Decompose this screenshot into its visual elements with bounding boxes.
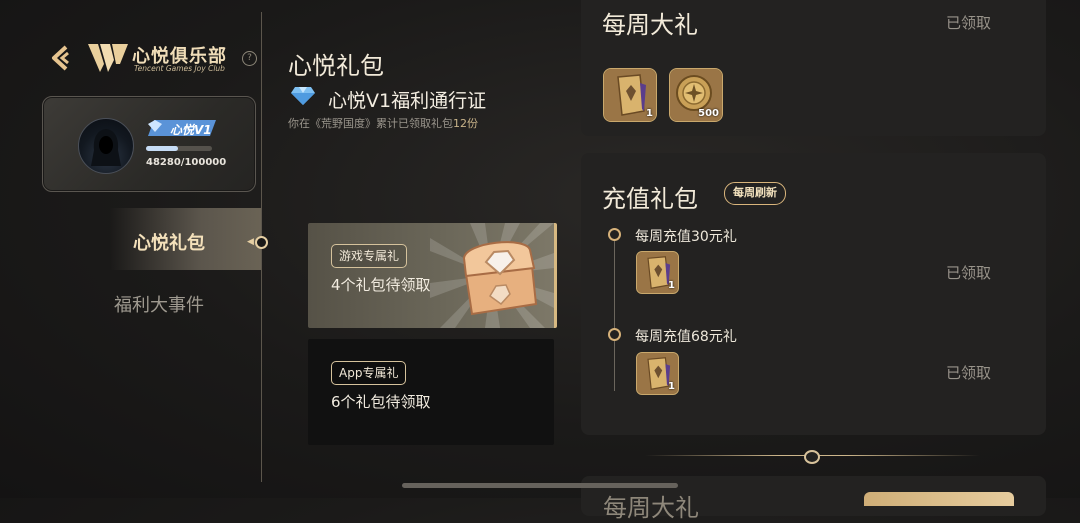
weekly-refresh-badge: 每周刷新 — [724, 182, 786, 205]
game-exclusive-count: 4个礼包待领取 — [331, 276, 431, 294]
next-panel-button[interactable] — [864, 492, 1014, 506]
weekly-gift-status: 已领取 — [946, 14, 992, 32]
vip-progress-text: 48280/100000 — [146, 157, 227, 168]
back-arrow-icon[interactable] — [50, 44, 74, 72]
recharge-tier-label: 每周充值68元礼 — [635, 329, 737, 345]
pass-desc-count: 12份 — [453, 117, 478, 130]
timeline-dot — [608, 228, 621, 241]
sidebar-item-gift-pack[interactable]: 心悦礼包 — [133, 229, 205, 255]
timeline-dot — [608, 328, 621, 341]
vip-progress-fill — [146, 146, 178, 151]
recharge-tier-label: 每周充值30元礼 — [635, 229, 737, 245]
club-logo-icon — [86, 40, 130, 76]
avatar-hood-figure — [91, 128, 121, 166]
recharge-tier-status: 已领取 — [946, 264, 992, 282]
item-quantity: 1 — [646, 108, 653, 119]
weekly-item-card[interactable]: 1 — [603, 68, 657, 122]
help-icon[interactable]: ? — [242, 51, 257, 66]
recharge-gift-title: 充值礼包 — [602, 185, 698, 213]
app-exclusive-tag: App专属礼 — [331, 361, 407, 385]
recharge-tier-status: 已领取 — [946, 364, 992, 382]
vip-progress-bar — [146, 146, 212, 151]
scroll-indicator-knob — [804, 450, 820, 464]
item-quantity: 1 — [668, 280, 675, 291]
sidebar-item-welfare-events[interactable]: 福利大事件 — [114, 291, 204, 317]
pass-desc-text: 你在《荒野国度》累计已领取礼包 — [288, 117, 453, 130]
treasure-chest-icon — [456, 236, 542, 318]
next-panel-title: 每周大礼 — [603, 494, 699, 522]
nav-indicator-dot — [255, 236, 268, 249]
vip-level-label: 心悦V1 — [170, 123, 212, 137]
pass-description: 你在《荒野国度》累计已领取礼包12份 — [288, 115, 478, 131]
page-title: 心悦礼包 — [288, 52, 384, 80]
home-indicator-bar[interactable] — [402, 483, 678, 488]
nav-indicator-arrow-icon: ◀ — [247, 237, 254, 247]
weekly-gift-title: 每周大礼 — [602, 11, 698, 39]
item-quantity: 1 — [668, 381, 675, 392]
app-exclusive-count: 6个礼包待领取 — [331, 393, 431, 411]
recharge-item-card[interactable]: 1 — [636, 352, 679, 395]
timeline-line — [614, 231, 615, 391]
recharge-item-card[interactable]: 1 — [636, 251, 679, 294]
profile-card[interactable] — [42, 96, 256, 192]
club-logo-subtitle: Tencent Games Joy Club — [134, 64, 225, 73]
game-exclusive-tag: 游戏专属礼 — [331, 244, 408, 268]
weekly-item-coin[interactable]: 500 — [669, 68, 723, 122]
diamond-icon — [290, 86, 316, 106]
pass-title: 心悦V1福利通行证 — [328, 90, 487, 112]
item-quantity: 500 — [698, 108, 719, 119]
